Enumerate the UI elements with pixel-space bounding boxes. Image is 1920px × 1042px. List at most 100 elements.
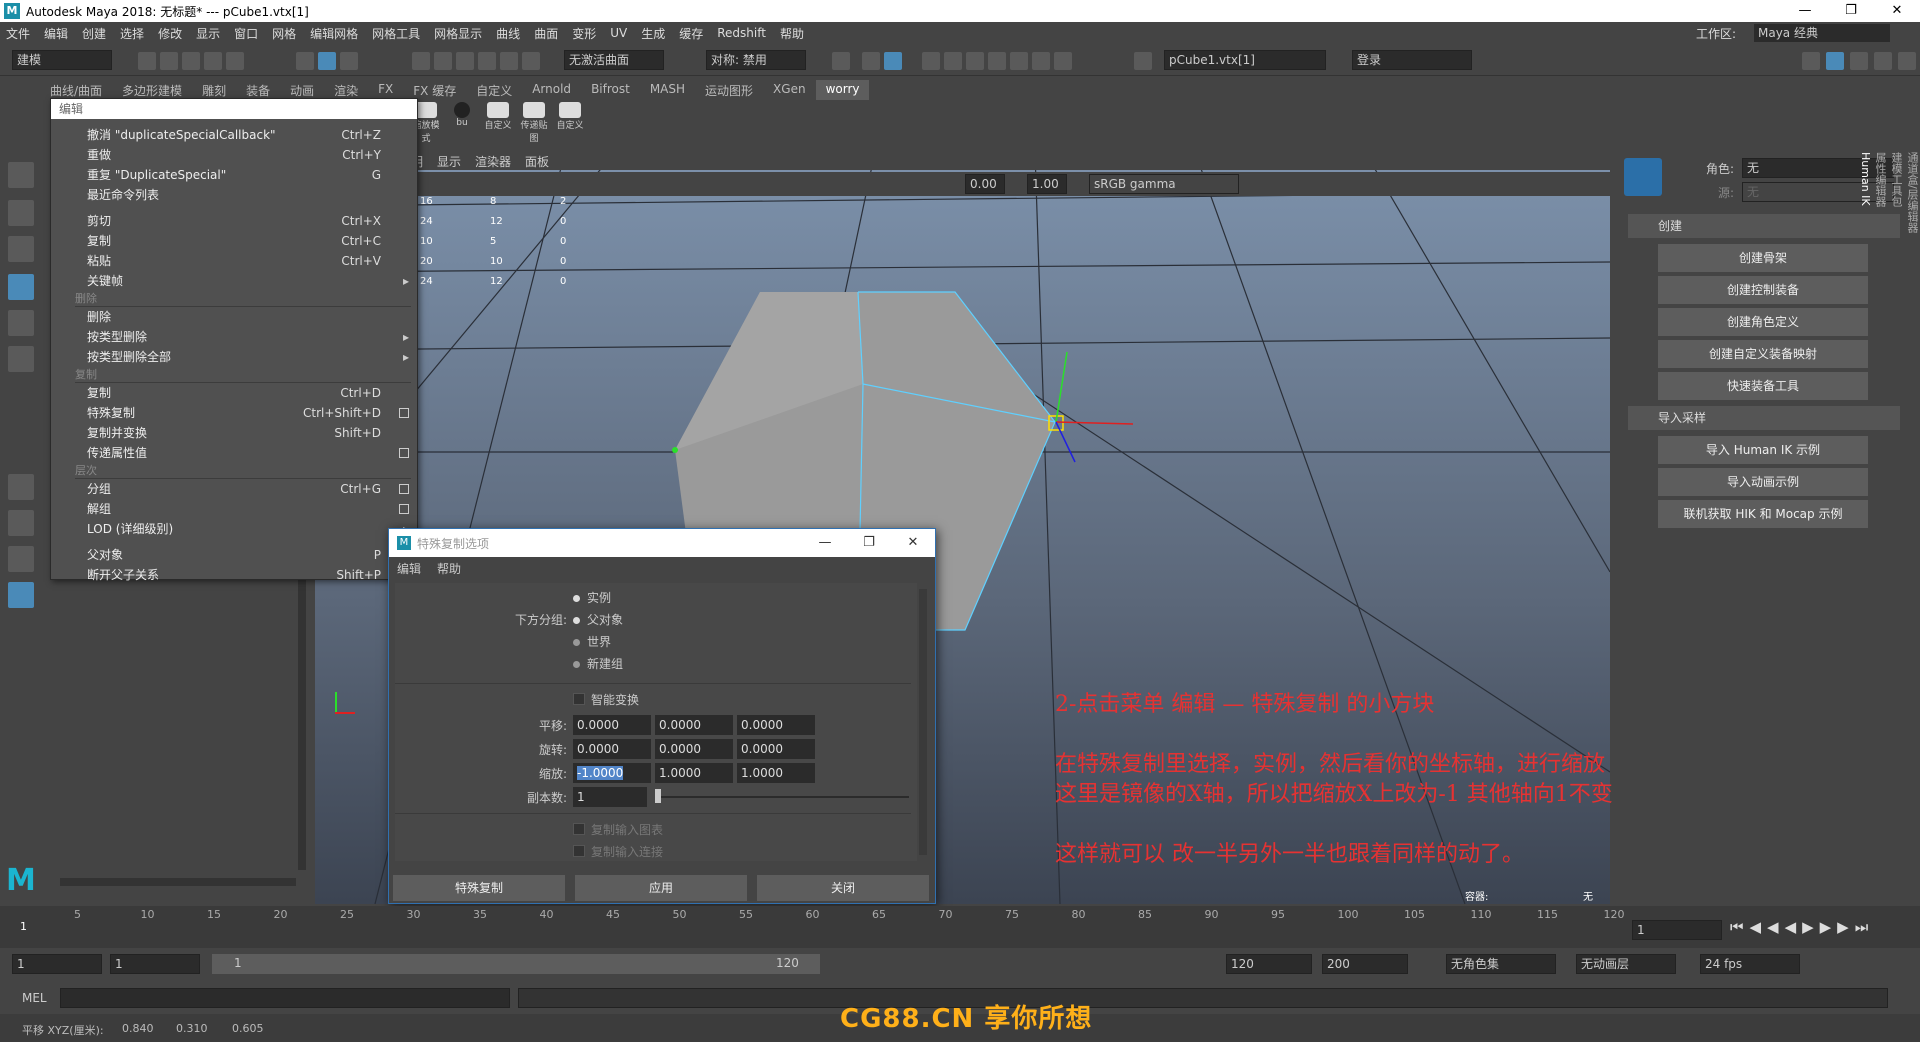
shelf-tab[interactable]: 动画 [280, 80, 324, 100]
shelf-tab[interactable]: 自定义 [466, 80, 522, 100]
menu-item-delete-all-by-type[interactable]: 按类型删除全部 ▸ [87, 347, 413, 367]
shelf-tab[interactable]: 曲线/曲面 [40, 80, 112, 100]
render-setup-icon[interactable] [988, 52, 1006, 70]
snap-center-icon[interactable] [522, 52, 540, 70]
menu-item-unparent[interactable]: 断开父子关系 Shift+P [87, 565, 413, 585]
live-surface-field[interactable]: 无激活曲面 [564, 50, 664, 70]
menu-item-duplicate-transform[interactable]: 复制并变换 Shift+D [87, 423, 413, 443]
menu-item-cut[interactable]: 剪切 Ctrl+X [87, 211, 413, 231]
snap-curve-icon[interactable] [434, 52, 452, 70]
quick-rig-tool-button[interactable]: 快速装备工具 [1658, 372, 1868, 400]
apply-button[interactable]: 应用 [575, 875, 747, 901]
menu-item-delete[interactable]: 删除 [87, 307, 413, 327]
menu-item-group[interactable]: 分组 Ctrl+G [87, 479, 413, 499]
selection-name-field[interactable]: pCube1.vtx[1] [1164, 50, 1326, 70]
shelf-tab[interactable]: 装备 [236, 80, 280, 100]
shelf-item[interactable]: bu [446, 102, 478, 128]
menu-item-repeat[interactable]: 重复 "DuplicateSpecial" G [87, 165, 413, 185]
snap-surface-icon[interactable] [500, 52, 518, 70]
radio-parent[interactable] [573, 617, 580, 624]
options-box[interactable] [399, 504, 409, 514]
paint-select-icon[interactable] [8, 236, 34, 262]
menu-mesh-display[interactable]: 网格显示 [434, 25, 482, 42]
dup-input-graph-checkbox[interactable] [573, 823, 585, 835]
create-control-rig-button[interactable]: 创建控制装备 [1658, 276, 1868, 304]
maximize-button[interactable]: ❐ [847, 529, 891, 557]
tool-icon[interactable] [1032, 52, 1050, 70]
menu-edit[interactable]: 编辑 [44, 25, 68, 42]
pause-icon[interactable] [1054, 52, 1072, 70]
menu-item-lod[interactable]: LOD (详细级别)▸ [87, 519, 413, 539]
color-space-select[interactable]: sRGB gamma [1089, 174, 1239, 194]
save-scene-icon[interactable] [182, 52, 200, 70]
redo-icon[interactable] [226, 52, 244, 70]
select-component-icon[interactable] [318, 52, 336, 70]
gamma-field[interactable]: 1.00 [1027, 174, 1067, 194]
channel-box-icon[interactable] [1874, 52, 1892, 70]
rotate-z-field[interactable]: 0.0000 [737, 739, 815, 759]
scale-z-field[interactable]: 1.0000 [737, 763, 815, 783]
import-hik-example-button[interactable]: 导入 Human IK 示例 [1658, 436, 1868, 464]
menu-modify[interactable]: 修改 [158, 25, 182, 42]
menu-cache[interactable]: 缓存 [679, 25, 703, 42]
shelf-tab-worry[interactable]: worry [815, 80, 870, 100]
menu-display[interactable]: 显示 [196, 25, 220, 42]
move-tool-icon[interactable] [8, 274, 34, 300]
menu-curves[interactable]: 曲线 [496, 25, 520, 42]
side-tab-human-ik[interactable]: Human IK [1859, 152, 1872, 498]
rotate-y-field[interactable]: 0.0000 [655, 739, 733, 759]
range-bar[interactable]: 1 120 [212, 954, 820, 974]
two-pane-icon[interactable] [8, 546, 34, 572]
open-scene-icon[interactable] [160, 52, 178, 70]
menu-item-parent[interactable]: 父对象 P [87, 545, 413, 565]
modeling-toolkit-icon[interactable] [1802, 52, 1820, 70]
anim-end-field[interactable]: 200 [1322, 954, 1408, 974]
menu-item-paste[interactable]: 粘贴 Ctrl+V [87, 251, 413, 271]
current-frame-field[interactable]: 1 [1632, 920, 1722, 940]
menu-deform[interactable]: 变形 [572, 25, 596, 42]
radio-world[interactable] [573, 639, 580, 646]
construction-history-icon[interactable] [832, 52, 850, 70]
ipr-render-icon[interactable] [884, 52, 902, 70]
login-button[interactable]: 登录 [1352, 50, 1472, 70]
shelf-item[interactable]: 自定义 [554, 102, 586, 131]
vp-menu-item[interactable]: 面板 [525, 153, 549, 170]
side-tab-channel-box[interactable]: 通道盒/层编辑器 [1904, 152, 1920, 498]
snap-grid-icon[interactable] [412, 52, 430, 70]
undo-icon[interactable] [204, 52, 222, 70]
workspace-select[interactable]: Maya 经典 [1754, 24, 1890, 42]
shelf-tab[interactable]: 雕刻 [192, 80, 236, 100]
copies-slider-handle[interactable] [655, 789, 661, 803]
character-set-select[interactable]: 无角色集 [1446, 954, 1556, 974]
shelf-tab[interactable]: FX 缓存 [403, 80, 466, 100]
menu-item-duplicate[interactable]: 复制 Ctrl+D [87, 383, 413, 403]
import-anim-example-button[interactable]: 导入动画示例 [1658, 468, 1868, 496]
outliner-scrollbar[interactable] [298, 580, 306, 870]
start-time-field[interactable]: 1 [12, 954, 102, 974]
light-editor-icon[interactable] [1010, 52, 1028, 70]
translate-x-field[interactable]: 0.0000 [573, 715, 651, 735]
minimize-button[interactable]: — [803, 529, 847, 557]
select-object-icon[interactable] [340, 52, 358, 70]
translate-z-field[interactable]: 0.0000 [737, 715, 815, 735]
select-tool-icon[interactable] [8, 162, 34, 188]
end-time-field[interactable]: 120 [1226, 954, 1312, 974]
snap-plane-icon[interactable] [478, 52, 496, 70]
lasso-tool-icon[interactable] [8, 200, 34, 226]
close-window-button[interactable]: ✕ [1874, 0, 1920, 22]
time-slider[interactable]: 1 5 10 15 20 25 30 35 40 45 50 55 60 65 70 75 80 85 90 95 1… [0, 906, 1920, 948]
scale-tool-icon[interactable] [8, 346, 34, 372]
shelf-tab[interactable]: FX [368, 80, 403, 100]
menu-redshift[interactable]: Redshift [717, 26, 766, 40]
shelf-tab[interactable]: 多边形建模 [112, 80, 192, 100]
scale-x-field[interactable]: -1.0000 [573, 763, 651, 783]
create-character-definition-button[interactable]: 创建角色定义 [1658, 308, 1868, 336]
outliner-hscrollbar[interactable] [60, 878, 296, 886]
new-scene-icon[interactable] [138, 52, 156, 70]
anim-layer-select[interactable]: 无动画层 [1576, 954, 1676, 974]
exposure-field[interactable]: 0.00 [965, 174, 1005, 194]
menu-create[interactable]: 创建 [82, 25, 106, 42]
restore-button[interactable]: ❐ [1828, 0, 1874, 22]
vp-menu-item[interactable]: 渲染器 [475, 153, 511, 170]
dialog-menu-help[interactable]: 帮助 [437, 560, 461, 577]
